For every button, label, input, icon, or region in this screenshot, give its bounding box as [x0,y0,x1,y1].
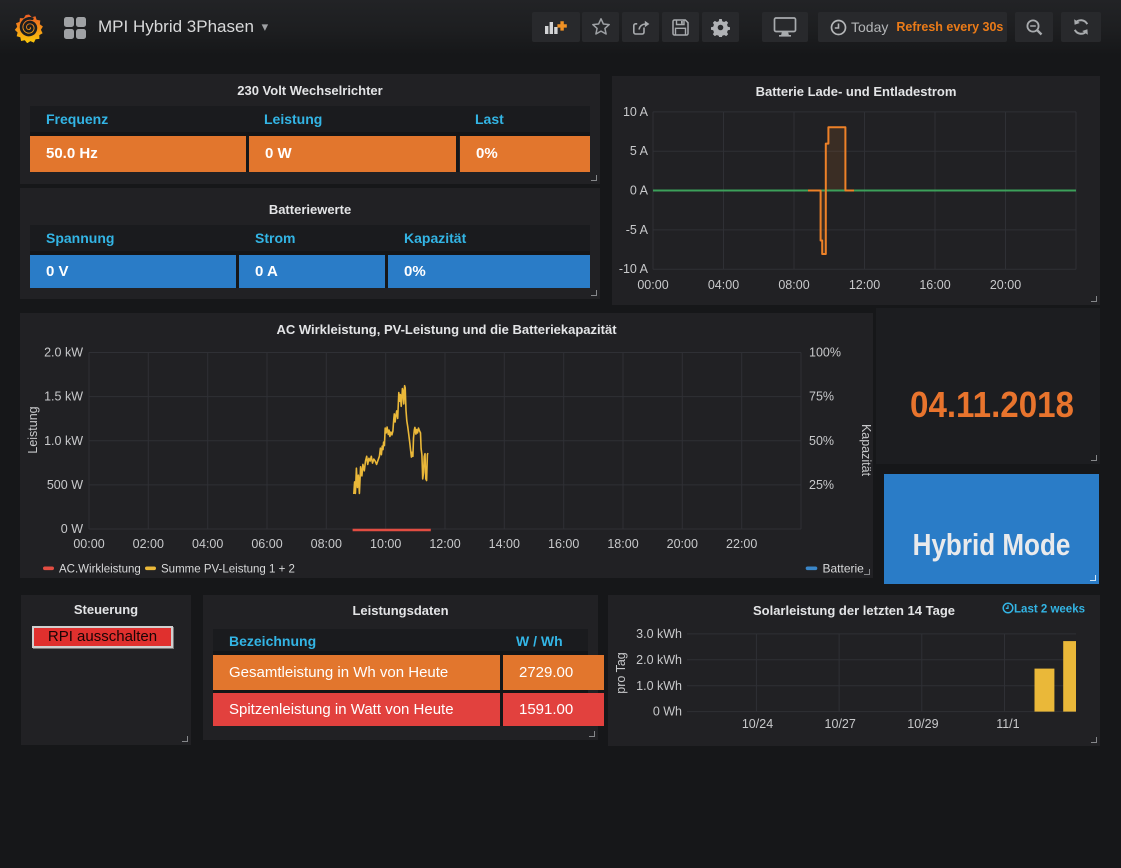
svg-text:00:00: 00:00 [73,537,104,551]
svg-text:20:00: 20:00 [990,278,1021,292]
svg-text:1.0 kWh: 1.0 kWh [636,679,682,693]
svg-text:100%: 100% [809,346,841,360]
svg-text:pro Tag: pro Tag [614,652,628,694]
svg-text:-5 A: -5 A [626,223,649,237]
svg-text:Kapazität: Kapazität [859,424,873,477]
svg-text:10/24: 10/24 [742,717,773,731]
svg-text:Batterie: Batterie [823,562,865,576]
svg-text:08:00: 08:00 [778,278,809,292]
svg-text:2.0 kW: 2.0 kW [44,346,83,360]
svg-text:5 A: 5 A [630,144,649,158]
svg-text:Leistung: Leistung [26,406,40,453]
svg-text:-10 A: -10 A [619,262,649,276]
svg-text:Summe PV-Leistung 1 + 2: Summe PV-Leistung 1 + 2 [161,564,295,576]
svg-text:1.5 kW: 1.5 kW [44,390,83,404]
svg-text:18:00: 18:00 [607,537,638,551]
svg-text:Last 2 weeks: Last 2 weeks [1014,604,1085,616]
svg-text:04:00: 04:00 [192,537,223,551]
svg-text:0 Wh: 0 Wh [653,705,682,719]
svg-text:25%: 25% [809,478,834,492]
svg-text:16:00: 16:00 [919,278,950,292]
svg-text:0 A: 0 A [630,184,649,198]
svg-text:12:00: 12:00 [429,537,460,551]
svg-text:10/27: 10/27 [825,717,856,731]
svg-text:3.0 kWh: 3.0 kWh [636,627,682,641]
svg-text:02:00: 02:00 [133,537,164,551]
svg-text:12:00: 12:00 [849,278,880,292]
svg-text:AC.Wirkleistung: AC.Wirkleistung [59,564,141,576]
svg-text:20:00: 20:00 [667,537,698,551]
svg-text:1.0 kW: 1.0 kW [44,434,83,448]
svg-text:10:00: 10:00 [370,537,401,551]
svg-text:08:00: 08:00 [311,537,342,551]
svg-text:00:00: 00:00 [637,278,668,292]
svg-text:2.0 kWh: 2.0 kWh [636,653,682,667]
svg-text:06:00: 06:00 [251,537,282,551]
svg-text:22:00: 22:00 [726,537,757,551]
svg-text:0 W: 0 W [61,522,83,536]
svg-text:16:00: 16:00 [548,537,579,551]
svg-text:500 W: 500 W [47,478,83,492]
svg-text:04:00: 04:00 [708,278,739,292]
svg-text:10/29: 10/29 [907,717,938,731]
svg-text:75%: 75% [809,390,834,404]
svg-text:14:00: 14:00 [489,537,520,551]
svg-text:50%: 50% [809,434,834,448]
svg-text:11/1: 11/1 [996,717,1019,731]
svg-text:10 A: 10 A [623,105,649,119]
